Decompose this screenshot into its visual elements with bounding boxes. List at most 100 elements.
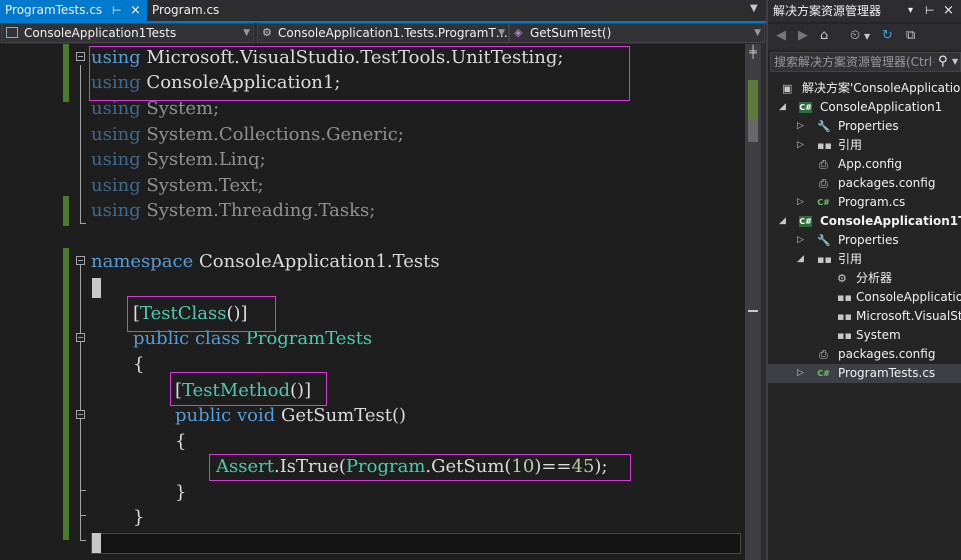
solution-icon: ▣ [782,82,793,95]
navigation-bar: ConsoleApplication1Tests ▼ ⚙ ConsoleAppl… [0,23,766,43]
collapse-icon[interactable] [76,410,85,419]
outline-line [80,540,86,541]
assembly-reference-icon: ▪▪ [837,310,852,323]
expanded-arrow-icon[interactable]: ◢ [797,250,804,269]
member-dropdown[interactable]: ◈ GetSumTest() ▼ [509,23,765,43]
outline-line [80,490,86,491]
tree-node-references[interactable]: ▷ ▪▪ 引用 [766,136,961,155]
editor-vertical-scrollbar[interactable]: ╪ [745,44,761,560]
config-file-icon: ⎙ [819,177,828,190]
history-icon[interactable]: ⏲ [850,28,860,43]
panel-menu-icon[interactable]: ▾ [908,0,913,22]
tree-node-label: 解决方案'ConsoleApplication1' [802,81,961,95]
project-dropdown[interactable]: ConsoleApplication1Tests ▼ [1,23,254,43]
code-keyword: void [231,405,276,426]
split-icon[interactable]: ╪ [747,46,759,58]
tree-node-references[interactable]: ◢ ▪▪ 引用 [766,250,961,269]
tree-node-ref-mstest[interactable]: ▪▪ Microsoft.VisualStudio.QualityTools.U… [766,307,961,326]
search-icon[interactable]: ⚲ [938,53,948,71]
tree-node-solution[interactable]: ▣ 解决方案'ConsoleApplication1' [766,79,961,98]
code-text: System.Linq; [140,149,266,170]
tree-node-programtests-cs[interactable]: ▷ C# ProgramTests.cs [766,364,961,383]
tree-node-appconfig[interactable]: ⎙ App.config [766,155,961,174]
forward-icon[interactable]: ▶ [798,28,808,43]
assembly-reference-icon: ▪▪ [837,329,852,342]
search-input[interactable]: 搜索解决方案资源管理器(Ctrl+;) ⚲ ▼ [770,52,961,72]
collapse-all-icon[interactable]: ⧉ [906,28,915,43]
tree-node-ref-system[interactable]: ▪▪ System [766,326,961,345]
chevron-down-icon[interactable]: ▼ [750,3,758,14]
code-keyword: namespace [91,251,194,272]
tree-node-properties[interactable]: ▷ 🔧 Properties [766,117,961,136]
collapsed-arrow-icon[interactable]: ▷ [797,136,804,155]
collapsed-arrow-icon[interactable]: ▷ [797,117,804,136]
close-icon[interactable]: × [943,0,954,22]
panel-splitter[interactable] [766,0,768,560]
current-line-highlight [91,533,741,554]
code-keyword: using [91,175,141,196]
config-file-icon: ⎙ [819,348,828,361]
back-icon[interactable]: ◀ [776,28,786,43]
outline-line [80,223,86,224]
tree-node-label: packages.config [838,347,936,361]
code-line-15: public void GetSumTest() [175,403,406,428]
collapse-icon[interactable] [76,52,85,61]
tree-node-label: Properties [838,119,899,133]
outline-line [80,515,86,516]
tab-programtests[interactable]: ProgramTests.cs ⊢ × [0,0,147,21]
tree-node-label: ConsoleApplication1 [856,290,961,304]
code-keyword: using [91,200,141,221]
collapsed-arrow-icon[interactable]: ▷ [797,193,804,212]
tree-node-program-cs[interactable]: ▷ C# Program.cs [766,193,961,212]
tab-label: ProgramTests.cs [5,3,103,17]
code-text: GetSumTest() [275,405,407,426]
code-text: ConsoleApplication1.Tests [193,251,440,272]
panel-title: 解决方案资源管理器 [773,4,882,18]
tree-node-properties[interactable]: ▷ 🔧 Properties [766,231,961,250]
csharp-file-icon: C# [817,198,830,207]
tree-node-label: System [856,328,901,342]
tree-node-ref-consoleapp[interactable]: ▪▪ ConsoleApplication1 [766,288,961,307]
code-editor[interactable]: using Microsoft.VisualStudio.TestTools.U… [0,44,745,560]
tree-node-label: ConsoleApplication1Tests [820,214,961,228]
chevron-down-icon[interactable]: ▼ [952,53,958,71]
collapsed-arrow-icon[interactable]: ▷ [797,231,804,250]
csharp-file-icon: C# [817,369,830,378]
tree-node-packages-config[interactable]: ⎙ packages.config [766,174,961,193]
pin-icon[interactable]: ⊢ [925,0,935,22]
scrollbar-thumb[interactable] [748,120,758,142]
editor-margin [0,44,62,560]
home-icon[interactable]: ⌂ [820,28,828,43]
chevron-down-icon: ▼ [498,28,505,38]
collapsed-arrow-icon[interactable]: ▷ [797,364,804,383]
chevron-down-icon[interactable]: ▼ [864,32,870,41]
type-dropdown[interactable]: ⚙ ConsoleApplication1.Tests.ProgramT… ▼ [257,23,509,43]
tree-node-project2[interactable]: ◢ C# ConsoleApplication1Tests [766,212,961,231]
code-line-18: } [175,482,187,503]
panel-toolbar: ◀ ▶ ⌂ ⏲ ▼ ↻ ⧉ [766,24,961,50]
member-label: GetSumTest() [530,26,612,40]
tree-node-label: Program.cs [838,195,906,209]
tree-node-packages-config[interactable]: ⎙ packages.config [766,345,961,364]
tree-node-project1[interactable]: ◢ C# ConsoleApplication1 [766,98,961,117]
close-icon[interactable]: × [130,0,141,21]
code-line-6: using System.Text; [91,173,264,198]
tree-node-label: ConsoleApplication1 [820,100,943,114]
refresh-icon[interactable]: ↻ [882,28,893,43]
pin-icon[interactable]: ⊢ [112,0,122,21]
code-line-9: namespace ConsoleApplication1.Tests [91,249,440,274]
tree-node-analyzer[interactable]: ⚙ 分析器 [766,269,961,288]
collapse-icon[interactable] [76,333,85,342]
assembly-reference-icon: ▪▪ [837,291,852,304]
document-tab-bar: ProgramTests.cs ⊢ × Program.cs ▼ [0,0,766,23]
code-line-16: { [175,431,187,452]
change-indicator [63,248,69,540]
collapse-icon[interactable] [76,256,85,265]
expanded-arrow-icon[interactable]: ◢ [779,98,786,117]
expanded-arrow-icon[interactable]: ◢ [779,212,786,231]
code-text: System; [140,98,220,119]
csharp-project-icon: C# [799,102,812,113]
tab-program[interactable]: Program.cs [147,0,247,21]
code-text: System.Text; [140,175,264,196]
text-caret [92,533,101,553]
